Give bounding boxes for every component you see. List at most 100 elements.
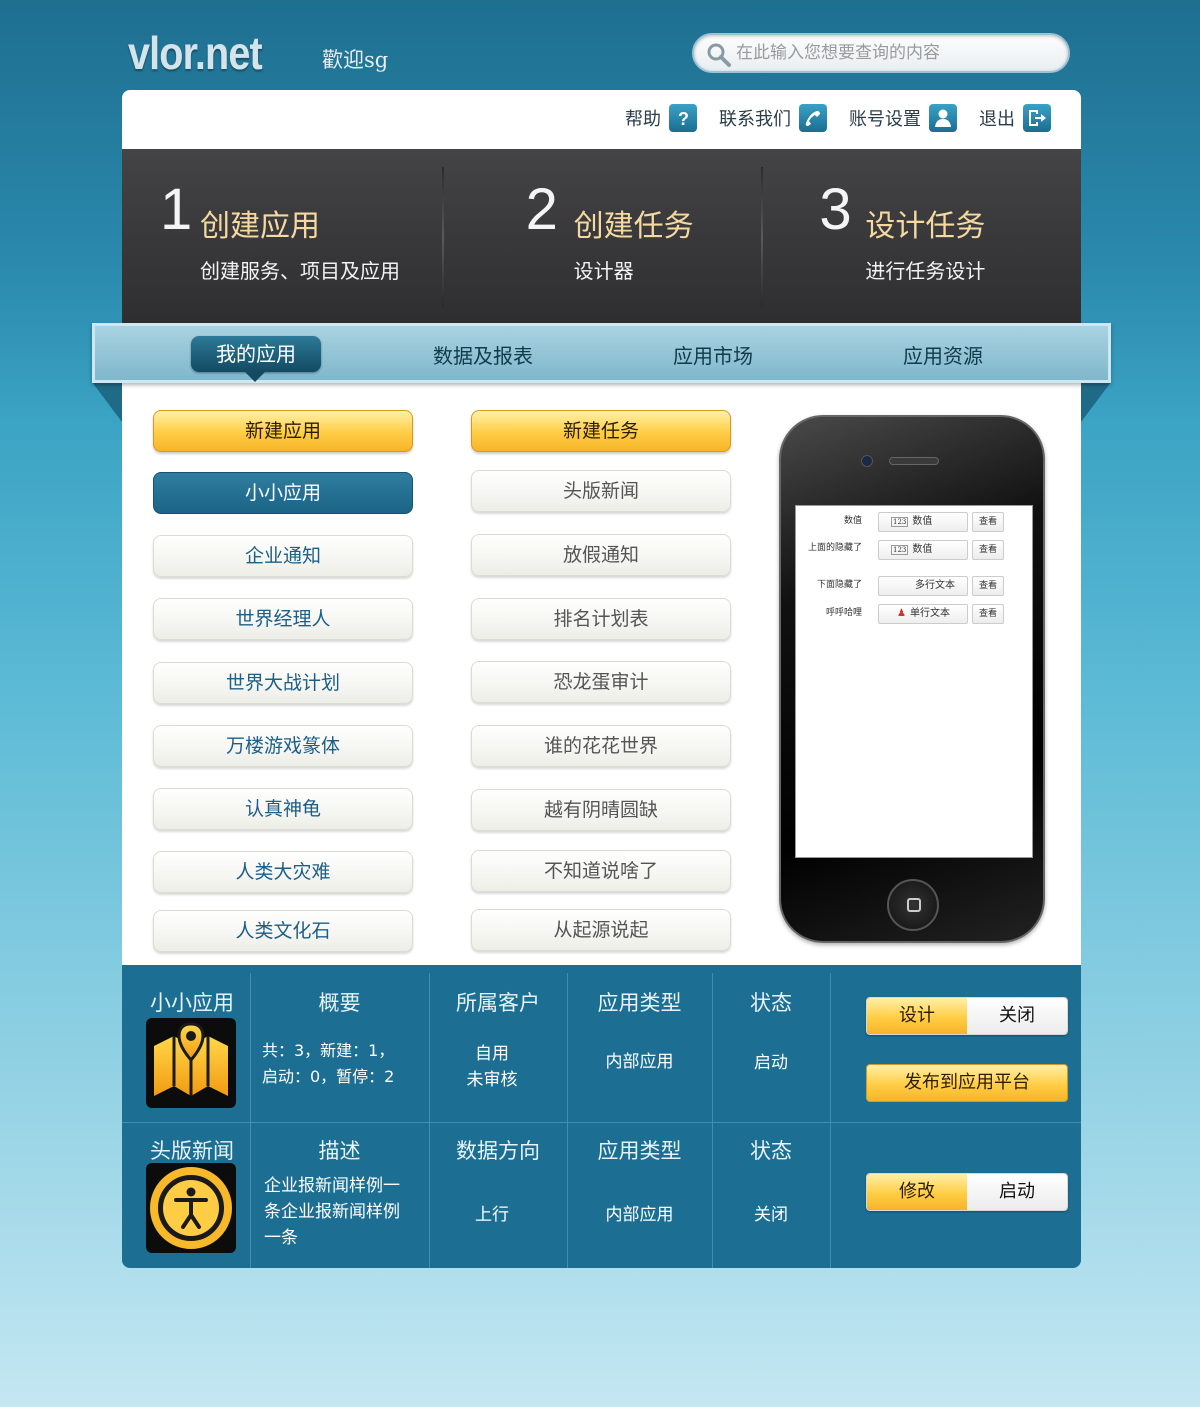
start-button[interactable]: 启动: [967, 1174, 1067, 1210]
step-2[interactable]: 2 创建任务 设计器: [441, 149, 762, 325]
summary-header: 概要: [318, 991, 361, 1015]
multiline-text-field[interactable]: 多行文本: [878, 576, 968, 596]
exit-icon[interactable]: [1023, 104, 1051, 132]
app-name: 头版新闻: [150, 1139, 234, 1163]
status-text: 关闭: [754, 1205, 788, 1225]
help-label: 帮助: [625, 109, 661, 130]
task-item[interactable]: 越有阴晴圆缺: [471, 789, 731, 831]
status-text: 启动: [754, 1053, 788, 1073]
step-desc: 进行任务设计: [865, 259, 986, 283]
logout-link[interactable]: 退出: [979, 104, 1051, 132]
home-square-icon: [907, 898, 921, 912]
divider: [830, 973, 831, 1268]
data-direction-text: 上行: [475, 1205, 509, 1225]
phone-camera: [861, 455, 873, 467]
app-item[interactable]: 认真神龟: [153, 788, 413, 830]
design-button[interactable]: 设计: [867, 998, 967, 1034]
status-header: 状态: [750, 991, 792, 1015]
field-text: 数值: [912, 544, 933, 555]
step-title: 创建任务: [573, 209, 694, 244]
app-name: 小小应用: [150, 991, 234, 1015]
view-button[interactable]: 查看: [972, 576, 1004, 596]
view-button[interactable]: 查看: [972, 604, 1004, 624]
top-links: 帮助 ? 联系我们 账号设置 退出: [625, 104, 1051, 132]
task-item[interactable]: 头版新闻: [471, 470, 731, 512]
edit-start-toggle: 修改 启动: [866, 1173, 1068, 1211]
step-3[interactable]: 3 设计任务 进行任务设计: [761, 149, 1081, 325]
publish-button[interactable]: 发布到应用平台: [866, 1064, 1068, 1102]
app-item[interactable]: 世界经理人: [153, 598, 413, 640]
step-number: 3: [819, 177, 852, 242]
tab-app-resources[interactable]: 应用资源: [903, 340, 983, 369]
task-item[interactable]: 恐龙蛋审计: [471, 661, 731, 703]
summary-text: 共：3，新建：1， 启动：0，暂停：2: [262, 1041, 395, 1086]
user-icon[interactable]: [929, 104, 957, 132]
svg-text:?: ?: [678, 109, 689, 129]
help-link[interactable]: 帮助 ?: [625, 104, 697, 132]
step-desc: 设计器: [573, 259, 634, 283]
welcome-text: 歡迎sg: [322, 48, 389, 72]
app-item[interactable]: 小小应用: [153, 472, 413, 514]
edit-button[interactable]: 修改: [867, 1174, 967, 1210]
phone-speaker: [889, 457, 939, 465]
task-item[interactable]: 放假通知: [471, 534, 731, 576]
tab-data-reports[interactable]: 数据及报表: [433, 340, 533, 369]
search-icon[interactable]: [706, 42, 732, 68]
number-tag: 123: [891, 517, 909, 527]
map-icon[interactable]: [146, 1018, 236, 1108]
form-label: 数值: [843, 516, 862, 526]
help-icon[interactable]: ?: [669, 104, 697, 132]
contact-link[interactable]: 联系我们: [719, 104, 827, 132]
app-item[interactable]: 人类文化石: [153, 910, 413, 952]
new-task-button[interactable]: 新建任务: [471, 410, 731, 452]
status-header: 状态: [750, 1139, 792, 1163]
divider: [250, 973, 251, 1268]
task-item[interactable]: 排名计划表: [471, 598, 731, 640]
tab-my-apps[interactable]: 我的应用: [191, 336, 321, 382]
app-type-header: 应用类型: [597, 991, 682, 1015]
view-button[interactable]: 查看: [972, 512, 1004, 532]
description-text: 企业报新闻样例一 条企业报新闻样例 一条: [264, 1176, 400, 1248]
phone-home-button: [887, 879, 939, 931]
client-header: 所属客户: [456, 991, 540, 1015]
form-row: 下面隐藏了 多行文本 查看: [796, 574, 1034, 596]
view-button[interactable]: 查看: [972, 540, 1004, 560]
search-box[interactable]: [692, 33, 1070, 73]
number-field[interactable]: 123 数值: [878, 512, 968, 532]
form-label: 呼呼哈哩: [825, 608, 862, 618]
contact-label: 联系我们: [719, 109, 791, 130]
user-icon: ♟: [897, 608, 906, 619]
step-desc: 创建服务、项目及应用: [200, 259, 400, 283]
search-input[interactable]: [736, 41, 1056, 65]
phone-screen: 数值 123 数值 查看 上面的隐藏了 123 数值 查看 下面隐藏了 多行文本 查…: [795, 505, 1033, 858]
account-settings-link[interactable]: 账号设置: [849, 104, 957, 132]
accessibility-icon[interactable]: [146, 1163, 236, 1253]
data-direction-header: 数据方向: [456, 1139, 540, 1163]
close-button[interactable]: 关闭: [967, 998, 1067, 1034]
app-item[interactable]: 人类大灾难: [153, 851, 413, 893]
app-type-text: 内部应用: [605, 1205, 674, 1225]
number-tag: 123: [891, 545, 909, 555]
form-row: 上面的隐藏了 123 数值 查看: [796, 538, 1034, 560]
ribbon-fold-left: [92, 382, 122, 422]
app-item[interactable]: 世界大战计划: [153, 662, 413, 704]
task-item[interactable]: 从起源说起: [471, 909, 731, 951]
number-field[interactable]: 123 数值: [878, 540, 968, 560]
singleline-text-field[interactable]: ♟ 单行文本: [878, 604, 968, 624]
new-app-button[interactable]: 新建应用: [153, 410, 413, 452]
tab-app-market[interactable]: 应用市场: [673, 340, 753, 369]
form-label: 上面的隐藏了: [807, 543, 862, 553]
phone-icon[interactable]: [799, 104, 827, 132]
step-title: 创建应用: [200, 209, 320, 244]
task-item[interactable]: 不知道说啥了: [471, 850, 731, 892]
step-number: 2: [525, 177, 558, 242]
step-number: 1: [160, 177, 193, 242]
site-logo[interactable]: vlor.net: [128, 26, 263, 80]
app-item[interactable]: 企业通知: [153, 535, 413, 577]
form-row: 数值 123 数值 查看: [796, 510, 1034, 532]
ribbon-fold-right: [1081, 382, 1111, 422]
app-item[interactable]: 万楼游戏篆体: [153, 725, 413, 767]
step-1[interactable]: 1 创建应用 创建服务、项目及应用: [122, 149, 442, 325]
logout-label: 退出: [979, 109, 1015, 130]
task-item[interactable]: 谁的花花世界: [471, 725, 731, 767]
